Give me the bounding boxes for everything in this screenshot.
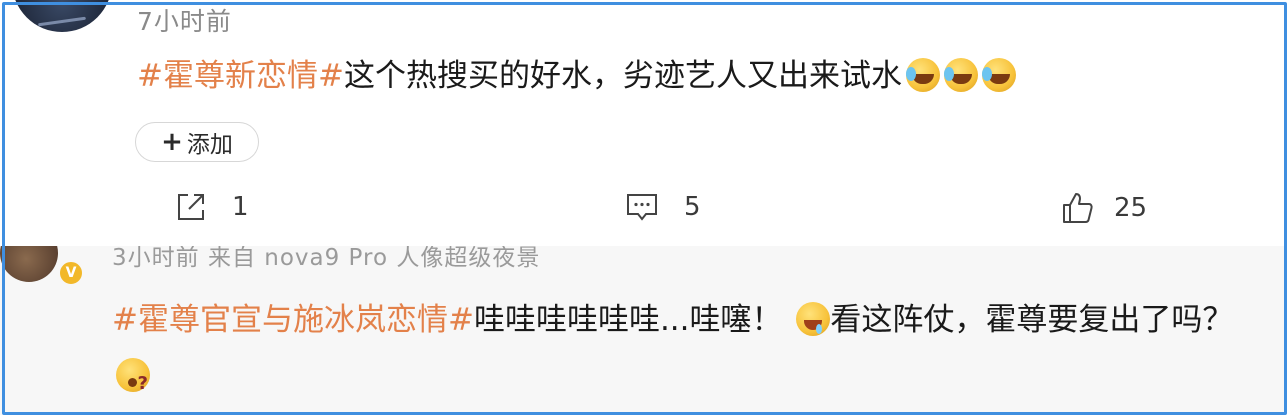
like-button[interactable]: 25: [1060, 190, 1147, 226]
like-count: 25: [1114, 193, 1148, 223]
weibo-post-2: V 3小时前 来自 nova9 Pro 人像超级夜景 #霍尊官宣与施冰岚恋情#哇…: [0, 246, 1287, 415]
avatar[interactable]: [12, 0, 112, 32]
cry-laugh-emoji: [905, 58, 940, 92]
question-emoji: [116, 356, 150, 412]
cry-laugh-emoji: [943, 58, 978, 92]
share-icon: [174, 190, 208, 224]
post-text-continued: 看这阵仗，霍尊要复出了吗？: [830, 302, 1234, 338]
add-button[interactable]: + 添加: [135, 122, 259, 162]
post-timestamp: 7小时前: [137, 7, 232, 36]
hashtag-link[interactable]: #霍尊新恋情#: [137, 58, 344, 94]
share-button[interactable]: 1: [174, 190, 249, 224]
post-text: 哇哇哇哇哇哇...哇噻！: [473, 302, 783, 338]
weibo-post-1: 7小时前 #霍尊新恋情#这个热搜买的好水，劣迹艺人又出来试水 + 添加 1 5: [0, 0, 1287, 246]
add-button-label: 添加: [186, 132, 233, 158]
comment-icon: [624, 190, 660, 224]
post-content: #霍尊官宣与施冰岚恋情#哇哇哇哇哇哇...哇噻！ 看这阵仗，霍尊要复出了吗？: [112, 292, 1234, 412]
avatar-detail: [38, 16, 86, 27]
post-content: #霍尊新恋情#这个热搜买的好水，劣迹艺人又出来试水: [137, 54, 1016, 98]
drool-emoji: [796, 302, 831, 336]
cry-laugh-emoji: [981, 58, 1016, 92]
share-count: 1: [232, 192, 249, 222]
comment-count: 5: [684, 192, 701, 222]
hashtag-link[interactable]: #霍尊官宣与施冰岚恋情#: [112, 302, 474, 338]
post-meta: 3小时前 来自 nova9 Pro 人像超级夜景: [112, 246, 541, 271]
comment-button[interactable]: 5: [624, 190, 701, 224]
post-text: 这个热搜买的好水，劣迹艺人又出来试水: [343, 58, 902, 94]
thumbs-up-icon: [1060, 190, 1096, 226]
avatar[interactable]: [0, 246, 58, 282]
verified-badge: V: [58, 260, 84, 286]
plus-icon: +: [161, 127, 183, 157]
